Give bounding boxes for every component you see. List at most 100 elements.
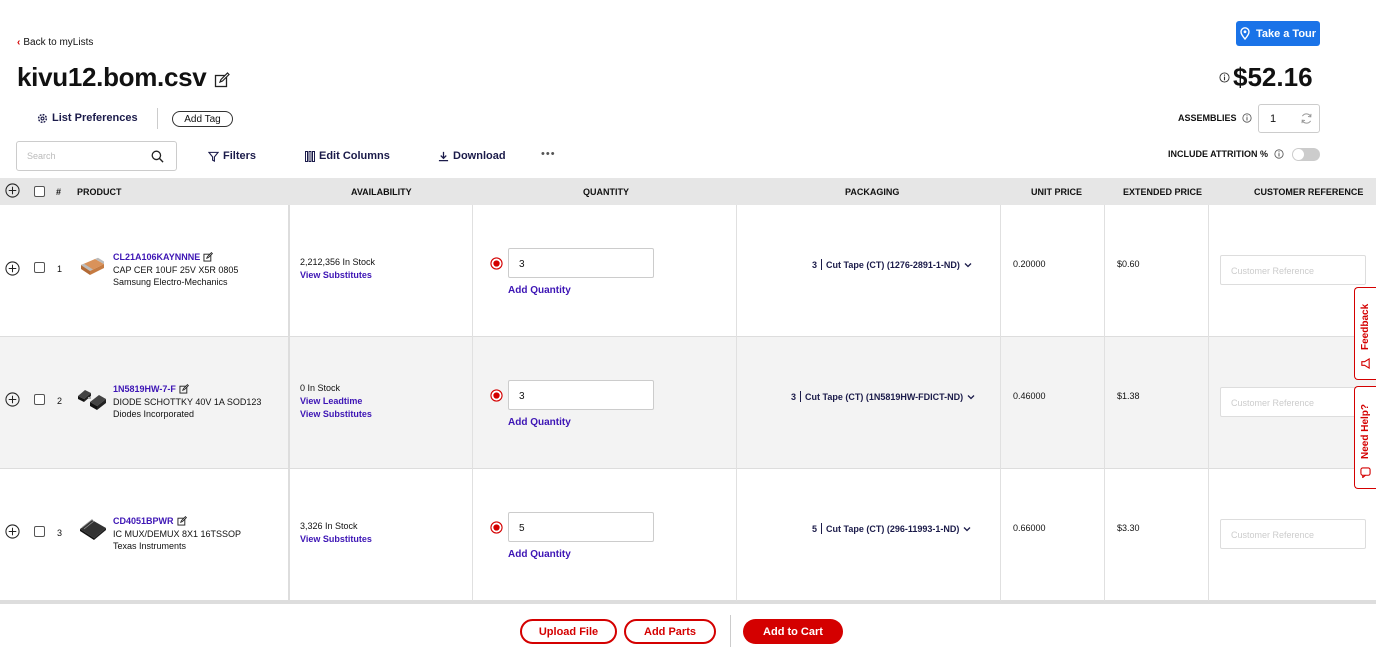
product-image[interactable] [78,516,108,542]
packaging-select[interactable]: 5 Cut Tape (CT) (296-11993-1-ND) [812,523,971,534]
divider [821,259,823,270]
stock-text: 2,212,356 In Stock [300,257,376,267]
edit-icon[interactable] [177,516,187,526]
search-input[interactable]: Search [16,141,177,171]
refresh-icon[interactable] [1300,112,1313,125]
row-index: 1 [57,264,63,274]
divider [736,205,737,337]
table-header: # PRODUCT AVAILABILITY QUANTITY PACKAGIN… [0,178,1376,205]
divider [288,205,290,337]
col-packaging[interactable]: PACKAGING [845,187,899,197]
more-options-button[interactable]: ••• [541,148,556,160]
divider [1104,205,1105,337]
edit-icon[interactable] [179,384,189,394]
view-substitutes-link[interactable]: View Substitutes [300,408,372,421]
feedback-tab[interactable]: Feedback [1354,287,1376,380]
col-product[interactable]: PRODUCT [77,187,122,197]
stock-text: 0 In Stock [300,383,341,393]
edit-icon[interactable] [214,71,231,88]
add-quantity-link[interactable]: Add Quantity [508,285,571,296]
upload-file-button[interactable]: Upload File [520,619,617,644]
radio-selected-icon[interactable] [490,389,503,402]
product-image[interactable] [76,385,108,413]
download-button[interactable]: Download [438,150,506,162]
divider [1000,469,1001,601]
attrition-text: INCLUDE ATTRITION % [1168,149,1268,159]
megaphone-icon [1361,358,1370,369]
add-parts-button[interactable]: Add Parts [624,619,716,644]
expand-row-icon[interactable] [5,261,20,276]
packaging-select[interactable]: 3 Cut Tape (CT) (1N5819HW-FDICT-ND) [791,391,975,402]
divider [1000,337,1001,469]
expand-row-icon[interactable] [5,392,20,407]
list-title: kivu12.bom.csv [17,62,207,92]
quantity-input[interactable]: 3 [508,380,654,410]
edit-icon[interactable] [203,252,214,262]
packaging-select[interactable]: 3 Cut Tape (CT) (1276-2891-1-ND) [812,259,972,270]
edit-columns-button[interactable]: Edit Columns [305,150,390,162]
customer-reference-input[interactable]: Customer Reference [1220,387,1366,417]
radio-selected-icon[interactable] [490,257,503,270]
description: IC MUX/DEMUX 8X1 16TSSOP [113,529,242,539]
expand-row-icon[interactable] [5,524,20,539]
part-number-link[interactable]: CD4051BPWR [113,516,187,526]
add-tag-button[interactable]: Add Tag [172,111,233,127]
search-icon[interactable] [151,150,164,163]
chevron-down-icon [964,262,972,267]
filters-button[interactable]: Filters [208,150,256,162]
col-customer-reference[interactable]: CUSTOMER REFERENCE [1254,187,1363,197]
select-all-checkbox[interactable] [34,186,45,197]
add-quantity-link[interactable]: Add Quantity [508,549,571,560]
add-to-cart-button[interactable]: Add to Cart [743,619,843,644]
part-number-link[interactable]: CL21A106KAYNNNE [113,252,214,262]
extended-price: $1.38 [1117,391,1140,401]
feedback-label: Feedback [1360,303,1371,350]
customer-reference-input[interactable]: Customer Reference [1220,519,1366,549]
expand-all-icon[interactable] [5,183,20,198]
row-checkbox[interactable] [34,526,45,537]
row-checkbox[interactable] [34,262,45,273]
columns-icon [305,150,315,162]
assemblies-input[interactable]: 1 [1258,104,1320,133]
list-total: $52.16 [1219,62,1313,93]
part-number-link[interactable]: 1N5819HW-7-F [113,384,189,394]
col-availability[interactable]: AVAILABILITY [351,187,412,197]
radio-selected-icon[interactable] [490,521,503,534]
page-title: kivu12.bom.csv [17,62,231,93]
info-icon[interactable] [1274,149,1284,159]
manufacturer: Diodes Incorporated [113,409,195,419]
divider [288,469,290,601]
attrition-toggle[interactable] [1292,148,1320,161]
divider [800,391,802,402]
info-icon[interactable] [1241,113,1252,123]
customer-reference-input[interactable]: Customer Reference [1220,255,1366,285]
divider [1208,205,1209,337]
row-checkbox[interactable] [34,394,45,405]
product-description: DIODE SCHOTTKY 40V 1A SOD123 Diodes Inco… [113,396,261,420]
download-label: Download [453,150,506,162]
quantity-input[interactable]: 3 [508,248,654,278]
view-substitutes-link[interactable]: View Substitutes [300,269,375,282]
col-unit-price[interactable]: UNIT PRICE [1031,187,1082,197]
col-extended-price[interactable]: EXTENDED PRICE [1123,187,1202,197]
add-quantity-link[interactable]: Add Quantity [508,417,571,428]
divider [736,469,737,601]
assemblies-text: ASSEMBLIES [1178,113,1237,123]
col-quantity[interactable]: QUANTITY [583,187,629,197]
product-image[interactable] [78,255,106,277]
divider [821,523,823,534]
back-link[interactable]: ‹ Back to myLists [17,37,93,48]
edit-columns-label: Edit Columns [319,150,390,162]
take-a-tour-button[interactable]: Take a Tour [1236,21,1320,46]
quantity-input[interactable]: 5 [508,512,654,542]
list-preferences-button[interactable]: List Preferences [37,112,138,124]
divider [288,337,290,469]
view-substitutes-link[interactable]: View Substitutes [300,533,372,546]
extended-price: $0.60 [1117,259,1140,269]
filters-label: Filters [223,150,257,162]
total-price: $52.16 [1233,62,1313,92]
gear-icon [37,113,48,123]
view-leadtime-link[interactable]: View Leadtime [300,395,372,408]
info-icon[interactable] [1219,72,1230,83]
need-help-tab[interactable]: Need Help? [1354,386,1376,489]
